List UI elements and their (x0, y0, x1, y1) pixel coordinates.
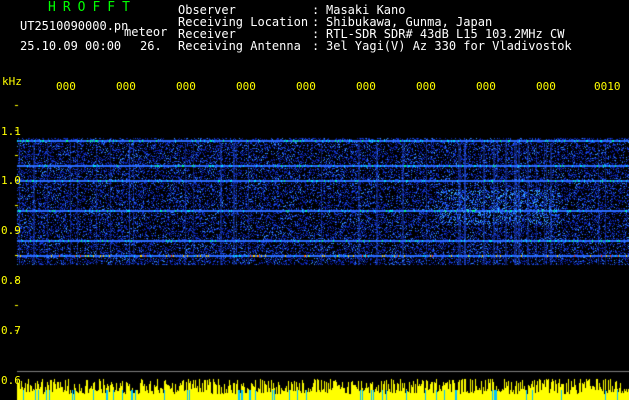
info-label-antenna: Receiving Antenna (178, 39, 301, 53)
x-tick: 0010 (594, 80, 621, 93)
y-axis-unit: kHz (2, 75, 22, 88)
spectrogram-canvas (0, 0, 629, 400)
x-tick: 000 (236, 80, 256, 93)
x-tick: 000 (116, 80, 136, 93)
y-tick: 1.0 (1, 174, 21, 187)
x-tick: 000 (476, 80, 496, 93)
x-tick: 000 (536, 80, 556, 93)
x-tick: 000 (296, 80, 316, 93)
x-tick: 000 (56, 80, 76, 93)
y-tick: 0.6 (1, 374, 21, 387)
mode-tag: meteor (124, 25, 168, 39)
y-tick: 1.1 (1, 125, 21, 138)
event-count: 26. (140, 39, 162, 53)
x-tick: 000 (416, 80, 436, 93)
date-time: 25.10.09 00:00 (20, 39, 122, 53)
app-brand: HROFFT (48, 0, 137, 15)
info-sep: : (312, 39, 320, 53)
x-tick: 000 (176, 80, 196, 93)
info-value-antenna: 3el Yagi(V) Az 330 for Vladivostok (326, 39, 572, 53)
y-tick: 0.7 (1, 324, 21, 337)
x-tick: 000 (356, 80, 376, 93)
y-tick: 0.9 (1, 224, 21, 237)
y-tick: 0.8 (1, 274, 21, 287)
file-name: UT2510090000.pn (20, 19, 129, 33)
